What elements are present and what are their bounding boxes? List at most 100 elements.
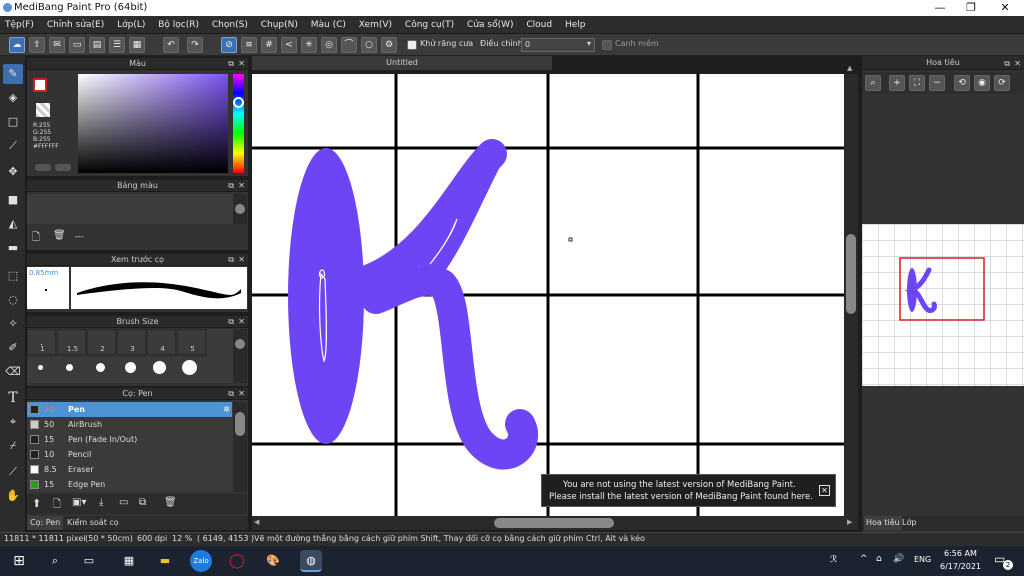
- primary-color-swatch[interactable]: [33, 78, 47, 92]
- scroll-thumb[interactable]: [235, 412, 245, 436]
- canvas-vertical-scrollbar[interactable]: ▲: [844, 64, 858, 516]
- document-icon[interactable]: ▤: [89, 37, 105, 53]
- gradient-tool-icon[interactable]: ▬: [3, 238, 23, 258]
- secondary-color-swatch[interactable]: [36, 103, 50, 117]
- magic-wand-icon[interactable]: ✧: [3, 314, 23, 334]
- curve-snap-icon[interactable]: ⌒: [341, 37, 357, 53]
- brush-tool-icon[interactable]: ✎: [3, 64, 23, 84]
- clock-date[interactable]: 6/17/2021: [940, 562, 981, 571]
- brush-item[interactable]: 20 Pen ✲: [27, 402, 232, 417]
- close-icon[interactable]: ✕: [819, 485, 830, 496]
- palette-scrollbar[interactable]: [233, 194, 247, 224]
- language-indicator[interactable]: ENG: [914, 555, 931, 564]
- delete-brush-icon[interactable]: 🗑: [164, 497, 177, 508]
- clock-time[interactable]: 6:56 AM: [944, 549, 977, 558]
- scroll-left-icon[interactable]: ◀: [254, 518, 259, 526]
- popout-icon[interactable]: ⧉: [228, 58, 234, 70]
- line-tool-icon[interactable]: ⟋: [3, 136, 23, 156]
- popout-icon[interactable]: ⧉: [228, 388, 234, 400]
- maximize-button[interactable]: ❐: [954, 0, 988, 16]
- menu-layer[interactable]: Lớp(L): [112, 16, 150, 34]
- hue-slider[interactable]: [233, 74, 244, 173]
- file-explorer-icon[interactable]: ▬: [154, 550, 176, 572]
- network-icon[interactable]: ⌂: [876, 554, 882, 564]
- comment-icon[interactable]: ✉: [49, 37, 65, 53]
- text-tool-icon[interactable]: T: [3, 388, 23, 408]
- brush-item[interactable]: 50 AirBrush: [27, 417, 232, 432]
- zalo-icon[interactable]: Zalo: [190, 550, 212, 572]
- brush-menu-icon[interactable]: ▣▾: [72, 497, 86, 508]
- brush-item[interactable]: 15 Edge Pen: [27, 477, 232, 492]
- brush-size-cell-3[interactable]: 3: [117, 329, 146, 355]
- operation-tool-icon[interactable]: ⌖: [3, 412, 23, 432]
- gear-icon[interactable]: ✲: [223, 402, 230, 417]
- ellipse-snap-icon[interactable]: ○: [361, 37, 377, 53]
- saturation-value-picker[interactable]: [78, 74, 228, 173]
- edge-checkbox[interactable]: [602, 40, 612, 50]
- eyedropper-tool-icon[interactable]: ⟋: [3, 462, 23, 482]
- delete-palette-icon[interactable]: 🗑: [53, 230, 66, 241]
- brush-item[interactable]: 15 Pen (Fade In/Out): [27, 432, 232, 447]
- menu-window[interactable]: Cửa sổ(W): [462, 16, 518, 34]
- eraser-tool-icon[interactable]: ◈: [3, 88, 23, 108]
- brush-size-cell-5[interactable]: 5: [177, 329, 206, 355]
- rotate-reset-icon[interactable]: ◉: [974, 75, 990, 91]
- add-brush-icon[interactable]: ⬆: [32, 497, 41, 510]
- hue-handle[interactable]: [233, 97, 244, 108]
- cross-snap-icon[interactable]: #: [261, 37, 277, 53]
- menu-snap[interactable]: Chụp(N): [256, 16, 303, 34]
- shape-tool-icon[interactable]: □: [3, 112, 23, 132]
- search-icon[interactable]: ⌕: [44, 550, 66, 572]
- pinned-app-icon[interactable]: ▦: [118, 550, 140, 572]
- document-tab[interactable]: Untitled: [252, 56, 552, 70]
- download-icon[interactable]: ⤓: [99, 497, 103, 508]
- brush-size-row-2[interactable]: [27, 357, 207, 383]
- brush-list-scrollbar[interactable]: [233, 402, 247, 492]
- minimize-button[interactable]: —: [923, 0, 957, 16]
- upload-icon[interactable]: ⇪: [29, 37, 45, 53]
- zoom-out-icon[interactable]: −: [929, 75, 945, 91]
- scroll-thumb[interactable]: [846, 234, 856, 314]
- task-view-icon[interactable]: ▭: [78, 550, 100, 572]
- brush-size-cell-1[interactable]: 1: [27, 329, 56, 355]
- rotate-right-icon[interactable]: ⟳: [994, 75, 1010, 91]
- menu-tools[interactable]: Công cụ(T): [400, 16, 459, 34]
- popout-icon[interactable]: ⧉: [228, 180, 234, 192]
- brush-size-scrollbar[interactable]: [233, 329, 247, 383]
- close-button[interactable]: ✕: [988, 0, 1022, 16]
- menu-help[interactable]: Help: [560, 16, 591, 34]
- brush-item[interactable]: 10 Pencil: [27, 447, 232, 462]
- close-icon[interactable]: ✕: [1014, 57, 1021, 71]
- list-icon[interactable]: ☰: [109, 37, 125, 53]
- drawing-canvas[interactable]: [252, 74, 844, 516]
- color-option-button-2[interactable]: [55, 164, 71, 171]
- snap-off-icon[interactable]: ⊘: [221, 37, 237, 53]
- circle-snap-icon[interactable]: ◎: [321, 37, 337, 53]
- menu-color[interactable]: Màu (C): [306, 16, 351, 34]
- correction-select[interactable]: 0 ▾: [521, 38, 595, 52]
- fit-icon[interactable]: ⛶: [909, 75, 925, 91]
- scroll-thumb[interactable]: [235, 204, 245, 214]
- grid-icon[interactable]: ▦: [129, 37, 145, 53]
- folder-icon[interactable]: ▭: [119, 497, 128, 508]
- close-icon[interactable]: ✕: [238, 254, 245, 266]
- scroll-up-icon[interactable]: ▲: [847, 64, 852, 72]
- palette-area[interactable]: [27, 194, 233, 224]
- menu-edit[interactable]: Chỉnh sửa(E): [42, 16, 109, 34]
- fill-rect-icon[interactable]: ■: [3, 190, 23, 210]
- select-pen-icon[interactable]: ✐: [3, 338, 23, 358]
- tray-chevron-icon[interactable]: ^: [860, 554, 868, 564]
- scroll-thumb[interactable]: [235, 339, 245, 349]
- vanish-snap-icon[interactable]: <: [281, 37, 297, 53]
- popout-icon[interactable]: ⧉: [1004, 57, 1010, 71]
- chat-icon[interactable]: ▭: [69, 37, 85, 53]
- undo-icon[interactable]: ↶: [163, 37, 179, 53]
- close-icon[interactable]: ✕: [238, 388, 245, 400]
- people-icon[interactable]: ℛ: [830, 555, 837, 565]
- duplicate-icon[interactable]: ⧉: [139, 497, 146, 508]
- brush-item[interactable]: 8.5 Eraser: [27, 462, 232, 477]
- navigator-thumbnail[interactable]: [862, 224, 1024, 386]
- medibang-taskbar-icon[interactable]: ◍: [300, 550, 322, 572]
- lasso-tool-icon[interactable]: ◌: [3, 290, 23, 310]
- volume-icon[interactable]: 🔊: [893, 554, 904, 564]
